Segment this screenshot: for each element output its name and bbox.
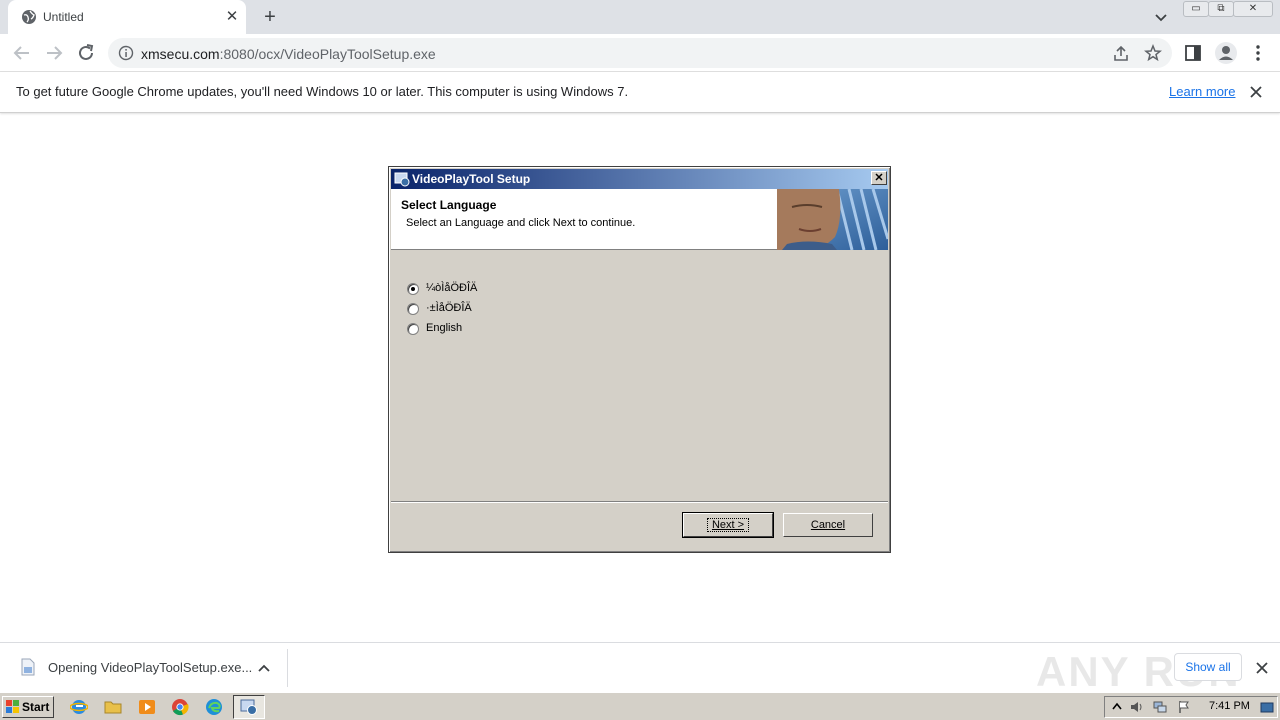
dialog-close-button[interactable]: ✕ bbox=[871, 171, 887, 185]
radio-label: ¼òÌåÖÐÎÄ bbox=[426, 282, 478, 294]
url-host: xmsecu.com bbox=[141, 46, 220, 62]
internet-explorer-icon[interactable] bbox=[70, 698, 88, 716]
start-label: Start bbox=[22, 700, 50, 714]
tab-strip: Untitled ✕ + ▭ ⧉ ✕ bbox=[0, 0, 1280, 34]
learn-more-link[interactable]: Learn more bbox=[1169, 84, 1235, 99]
radio-button[interactable] bbox=[407, 323, 419, 335]
chevron-down-icon[interactable] bbox=[1152, 8, 1170, 26]
next-button[interactable]: Next > bbox=[682, 512, 774, 538]
download-item-text[interactable]: Opening VideoPlayToolSetup.exe... bbox=[48, 660, 252, 675]
dialog-title: VideoPlayTool Setup bbox=[412, 172, 531, 186]
globe-icon bbox=[22, 10, 36, 24]
url-text[interactable]: xmsecu.com:8080/ocx/VideoPlayToolSetup.e… bbox=[141, 46, 436, 62]
new-tab-plus-icon[interactable]: + bbox=[260, 6, 280, 28]
edge-icon[interactable] bbox=[205, 698, 223, 716]
shelf-divider bbox=[287, 649, 288, 687]
chevron-up-icon[interactable] bbox=[256, 660, 272, 676]
reload-icon[interactable] bbox=[75, 42, 97, 64]
tab-title: Untitled bbox=[43, 10, 84, 24]
setup-dialog: VideoPlayTool Setup ✕ Select Language Se… bbox=[388, 166, 891, 553]
tab-untitled[interactable]: Untitled ✕ bbox=[8, 0, 246, 34]
taskbar-setup-window[interactable] bbox=[233, 695, 265, 719]
network-icon[interactable] bbox=[1153, 700, 1167, 714]
update-infobar: To get future Google Chrome updates, you… bbox=[0, 72, 1280, 113]
start-button[interactable]: Start bbox=[2, 696, 54, 718]
infobar-message: To get future Google Chrome updates, you… bbox=[16, 84, 629, 99]
address-bar[interactable]: xmsecu.com:8080/ocx/VideoPlayToolSetup.e… bbox=[108, 38, 1172, 68]
folder-icon[interactable] bbox=[104, 698, 122, 716]
close-icon[interactable] bbox=[1253, 659, 1271, 677]
url-path: :8080/ocx/VideoPlayToolSetup.exe bbox=[219, 46, 436, 62]
profile-avatar-icon[interactable] bbox=[1214, 41, 1238, 65]
side-panel-icon[interactable] bbox=[1184, 44, 1202, 62]
show-hidden-icons-icon[interactable] bbox=[1110, 700, 1124, 714]
header-subtitle: Select an Language and click Next to con… bbox=[406, 217, 636, 229]
share-icon[interactable] bbox=[1112, 45, 1130, 63]
browser-toolbar: xmsecu.com:8080/ocx/VideoPlayToolSetup.e… bbox=[0, 34, 1280, 72]
system-tray: 7:41 PM bbox=[1104, 696, 1278, 718]
header-banner-image bbox=[777, 189, 888, 250]
action-center-flag-icon[interactable] bbox=[1177, 700, 1191, 714]
close-window-button[interactable]: ✕ bbox=[1233, 1, 1273, 17]
media-player-icon[interactable] bbox=[138, 698, 156, 716]
windows-taskbar: Start 7:41 PM bbox=[0, 692, 1280, 720]
kebab-menu-icon[interactable] bbox=[1250, 44, 1266, 62]
header-title: Select Language bbox=[401, 198, 497, 212]
radio-button[interactable] bbox=[407, 303, 419, 315]
info-icon[interactable] bbox=[118, 45, 134, 61]
download-shelf: Opening VideoPlayToolSetup.exe... ANY RU… bbox=[0, 642, 1280, 695]
bookmark-star-icon[interactable] bbox=[1144, 44, 1162, 62]
installer-icon bbox=[240, 699, 257, 715]
close-icon[interactable] bbox=[1247, 83, 1265, 101]
clock[interactable]: 7:41 PM bbox=[1209, 700, 1250, 712]
next-button-label: Next > bbox=[706, 518, 750, 532]
show-desktop-icon[interactable] bbox=[1260, 700, 1274, 714]
show-all-button[interactable]: Show all bbox=[1174, 653, 1242, 681]
back-arrow-icon[interactable] bbox=[11, 42, 33, 64]
cancel-button[interactable]: Cancel bbox=[783, 513, 873, 537]
tab-close-icon[interactable]: ✕ bbox=[224, 9, 240, 25]
dialog-titlebar[interactable]: VideoPlayTool Setup ✕ bbox=[391, 169, 888, 189]
radio-button[interactable] bbox=[407, 283, 419, 295]
restore-button[interactable]: ⧉ bbox=[1208, 1, 1234, 17]
minimize-button[interactable]: ▭ bbox=[1183, 1, 1209, 17]
windows-logo-icon bbox=[6, 700, 19, 713]
dialog-divider bbox=[391, 501, 888, 503]
forward-arrow-icon[interactable] bbox=[43, 42, 65, 64]
radio-label: English bbox=[426, 322, 463, 334]
chrome-icon[interactable] bbox=[171, 698, 189, 716]
file-icon bbox=[21, 658, 35, 676]
volume-icon[interactable] bbox=[1130, 700, 1144, 714]
radio-label: ·±ÌåÖÐÎÄ bbox=[426, 302, 472, 314]
installer-icon bbox=[394, 172, 410, 187]
dialog-header: Select Language Select an Language and c… bbox=[391, 189, 888, 250]
